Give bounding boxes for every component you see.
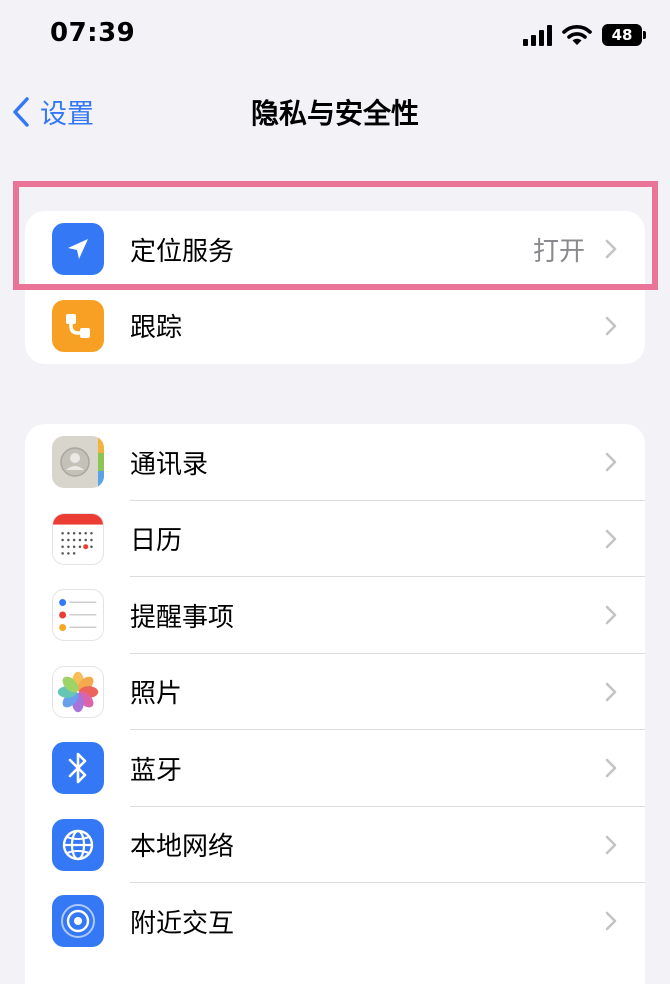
bluetooth-icon bbox=[52, 742, 104, 795]
contacts-icon bbox=[52, 436, 104, 489]
chevron-right-icon bbox=[605, 605, 617, 625]
globe-icon bbox=[52, 818, 104, 871]
chevron-right-icon bbox=[605, 911, 617, 931]
chevron-right-icon bbox=[605, 835, 617, 855]
row-label: 通讯录 bbox=[130, 449, 209, 480]
row-label: 跟踪 bbox=[130, 313, 183, 344]
row-label: 本地网络 bbox=[130, 832, 235, 863]
row-bluetooth[interactable]: 蓝牙 bbox=[25, 730, 645, 807]
battery-level: 48 bbox=[611, 26, 633, 44]
photos-icon bbox=[52, 665, 104, 718]
row-photos[interactable]: 照片 bbox=[25, 654, 645, 730]
highlight-box bbox=[13, 181, 658, 290]
row-tracking[interactable]: 跟踪 bbox=[25, 288, 645, 365]
row-local-network[interactable]: 本地网络 bbox=[25, 807, 645, 883]
row-reminders[interactable]: 提醒事项 bbox=[25, 577, 645, 654]
nearby-interaction-icon bbox=[52, 895, 104, 948]
tracking-icon bbox=[52, 299, 104, 352]
settings-group-apps: 通讯录 日历 提醒事项 照片 蓝牙 本地网络 附近交互 bbox=[25, 424, 645, 984]
row-label: 日历 bbox=[130, 526, 183, 557]
chevron-right-icon bbox=[605, 452, 617, 472]
chevron-right-icon bbox=[605, 316, 617, 336]
page-title: 隐私与安全性 bbox=[250, 97, 419, 130]
chevron-right-icon bbox=[605, 682, 617, 702]
signal-icon bbox=[523, 24, 552, 46]
chevron-right-icon bbox=[605, 529, 617, 549]
row-nearby-interaction[interactable]: 附近交互 bbox=[25, 883, 645, 960]
calendar-icon bbox=[52, 512, 104, 565]
row-label: 提醒事项 bbox=[130, 602, 235, 633]
chevron-right-icon bbox=[605, 758, 617, 778]
reminders-icon bbox=[52, 589, 104, 642]
battery-icon: 48 bbox=[602, 24, 646, 46]
row-label: 照片 bbox=[130, 679, 183, 710]
row-label: 蓝牙 bbox=[130, 755, 183, 786]
row-contacts[interactable]: 通讯录 bbox=[25, 424, 645, 501]
status-time: 07:39 bbox=[50, 18, 136, 48]
row-label: 附近交互 bbox=[130, 908, 235, 939]
wifi-icon bbox=[562, 25, 592, 45]
status-icons: 48 bbox=[523, 22, 646, 48]
row-calendar[interactable]: 日历 bbox=[25, 501, 645, 577]
